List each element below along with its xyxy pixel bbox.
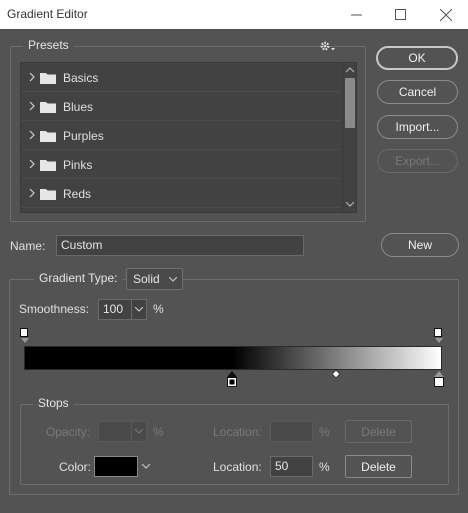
color-delete-button[interactable]: Delete [345,455,412,478]
color-stop-right[interactable] [434,377,444,387]
chevron-right-icon [29,188,35,198]
opacity-stop-right[interactable] [434,328,442,337]
cancel-button[interactable]: Cancel [377,80,458,104]
smoothness-label: Smoothness: [19,302,90,316]
name-input[interactable]: Custom [56,235,304,256]
preset-group-label: Basics [63,71,99,85]
preset-group-label: Purples [63,129,104,143]
presets-list[interactable]: Basics Blues Purples Pinks Reds [20,62,357,213]
stop-pointer-icon [435,338,443,343]
opacity-location-label: Location: [213,425,262,439]
preset-group-label: Pinks [63,158,93,172]
preset-group-basics[interactable]: Basics [21,63,341,92]
close-button[interactable] [424,0,468,29]
chevron-down-icon [135,429,143,434]
color-location-label: Location: [213,460,262,474]
minimize-icon [350,14,362,16]
color-location-input[interactable]: 50 [270,456,313,477]
folder-icon [40,102,56,113]
preset-group-pinks[interactable]: Pinks [21,150,341,179]
opacity-location-input[interactable] [270,421,313,442]
gear-icon [320,41,335,51]
title-bar: Gradient Editor [0,0,468,29]
gradient-type-label: Gradient Type: [34,271,123,285]
presets-settings-button[interactable] [319,40,337,54]
color-location-unit: % [319,460,330,474]
opacity-label: Opacity: [46,425,91,439]
chevron-down-icon[interactable] [142,464,150,469]
folder-icon [40,189,56,200]
maximize-button[interactable] [378,0,422,29]
smoothness-dropdown-button[interactable] [131,299,147,320]
export-button[interactable]: Export... [377,149,458,173]
opacity-location-unit: % [319,425,330,439]
opacity-unit: % [153,425,164,439]
name-label: Name: [10,239,46,253]
scroll-up-icon[interactable] [346,67,354,73]
presets-label: Presets [23,38,74,52]
stops-label: Stops [33,396,74,410]
maximize-icon [394,9,406,20]
folder-icon [40,73,56,84]
window-title: Gradient Editor [7,7,88,21]
scroll-thumb[interactable] [345,78,355,128]
presets-scrollbar[interactable] [342,63,356,212]
folder-icon [40,131,56,142]
chevron-right-icon [29,130,35,140]
color-swatch[interactable] [94,456,138,477]
new-button[interactable]: New [381,233,459,257]
opacity-input[interactable] [98,421,132,442]
chevron-right-icon [29,72,35,82]
midpoint-diamond-icon[interactable] [332,370,340,378]
opacity-dropdown-button[interactable] [131,421,147,442]
ok-button[interactable]: OK [376,46,458,70]
chevron-down-icon [169,277,177,282]
preset-group-blues[interactable]: Blues [21,92,341,121]
preset-group-purples[interactable]: Purples [21,121,341,150]
gradient-type-dropdown[interactable]: Solid [126,268,183,290]
smoothness-unit: % [153,302,164,316]
minimize-button[interactable] [334,0,378,29]
scroll-down-icon[interactable] [346,201,354,207]
gradient-preview-bar[interactable] [24,346,442,370]
smoothness-input[interactable]: 100 [98,299,132,320]
preset-group-label: Reds [63,187,92,201]
color-stop-selected[interactable] [227,377,237,387]
close-icon [440,8,452,21]
import-button[interactable]: Import... [377,115,458,139]
opacity-delete-button[interactable]: Delete [345,420,412,443]
preset-group-label: Blues [63,100,94,114]
gradient-type-value: Solid [133,272,160,286]
chevron-down-icon [135,307,143,312]
folder-icon [40,160,56,171]
chevron-right-icon [29,159,35,169]
stop-pointer-icon [21,338,29,343]
opacity-stop-left[interactable] [20,328,28,337]
chevron-right-icon [29,101,35,111]
color-label: Color: [59,460,92,474]
preset-group-reds[interactable]: Reds [21,179,341,208]
